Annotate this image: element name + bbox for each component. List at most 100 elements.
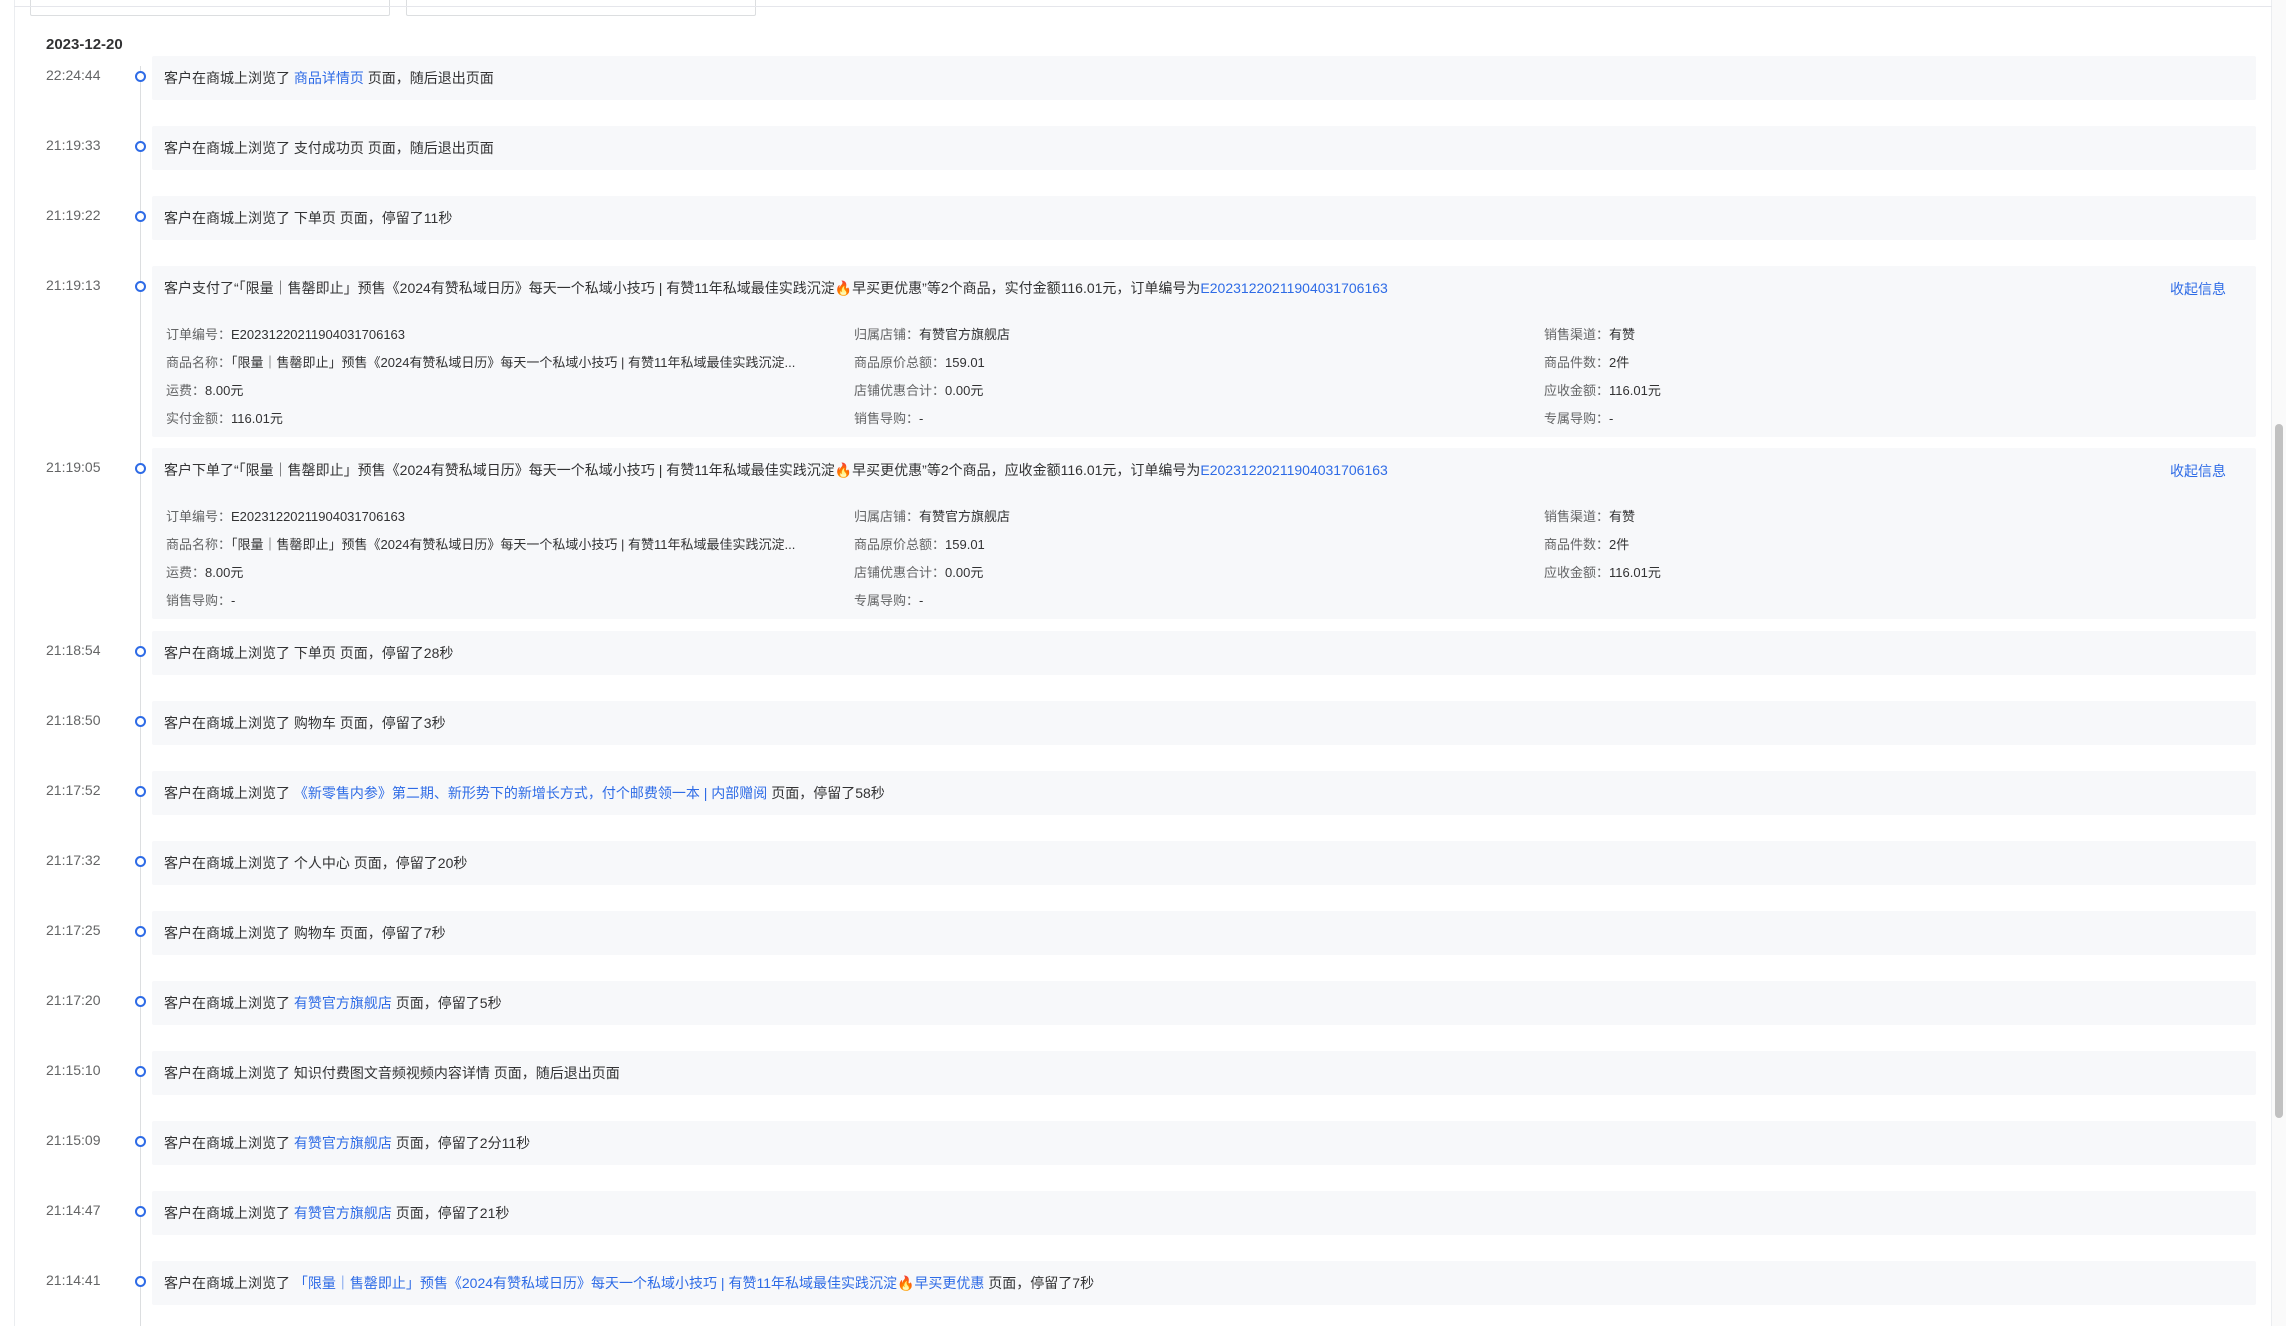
order-details: 订单编号：E20231220211904031706163 归属店铺：有赞官方旗舰…	[164, 503, 2234, 615]
event-time: 21:15:10	[46, 1062, 101, 1078]
event-time: 21:17:20	[46, 992, 101, 1008]
event-text-prefix: 客户在商城上浏览了	[164, 1065, 294, 1081]
event-text-prefix: 客户在商城上浏览了	[164, 925, 294, 941]
detail-field: 专属导购：-	[854, 587, 1544, 615]
scrollbar-track[interactable]	[2272, 0, 2286, 1326]
event-card: 客户在商城上浏览了 个人中心 页面，停留了20秒	[152, 841, 2256, 885]
detail-value: 116.01元	[1609, 565, 1661, 580]
detail-label: 订单编号：	[166, 509, 232, 524]
event-target-text: 个人中心	[293, 855, 350, 871]
event-summary: 客户在商城上浏览了 「限量｜售罄即止」预售《2024有赞私域日历》每天一个私域小…	[152, 1261, 2256, 1305]
detail-field: 销售导购：-	[164, 587, 854, 615]
detail-row: 实付金额：116.01元 销售导购：- 专属导购：-	[164, 405, 2234, 433]
detail-value: 159.01	[945, 537, 985, 552]
detail-value: -	[919, 411, 924, 426]
detail-field: 商品名称：「限量｜售罄即止」预售《2024有赞私域日历》每天一个私域小技巧 | …	[164, 531, 854, 559]
event-time: 21:17:25	[46, 922, 101, 938]
event-target-text: 支付成功页	[293, 140, 364, 156]
detail-label: 商品名称：	[166, 537, 232, 552]
event-target-link[interactable]: 有赞官方旗舰店	[294, 993, 392, 1013]
order-details: 订单编号：E20231220211904031706163 归属店铺：有赞官方旗舰…	[164, 321, 2234, 433]
detail-row: 运费：8.00元 店铺优惠合计：0.00元 应收金额：116.01元	[164, 377, 2234, 405]
event-time: 21:18:50	[46, 712, 101, 728]
event-summary: 客户在商城上浏览了 购物车 页面，停留了3秒	[152, 701, 2256, 745]
event-target-text: 下单页	[293, 210, 336, 226]
event-card: 客户在商城上浏览了 支付成功页 页面，随后退出页面	[152, 126, 2256, 170]
detail-field: 商品原价总额：159.01	[854, 531, 1544, 559]
event-text-suffix: 页面，随后退出页面	[489, 1065, 620, 1081]
event-text-suffix: 页面，随后退出页面	[363, 70, 494, 86]
event-target-text: 知识付费图文音频视频内容详情	[293, 1065, 490, 1081]
timeline-dot-icon	[135, 141, 146, 152]
event-text-suffix: 页面，停留了21秒	[391, 1205, 510, 1221]
detail-label: 实付金额：	[166, 411, 232, 426]
detail-label: 归属店铺：	[854, 327, 920, 342]
event-time: 21:15:09	[46, 1132, 101, 1148]
timeline-dot-icon	[135, 856, 146, 867]
event-text-prefix: 客户在商城上浏览了	[164, 1275, 294, 1291]
event-target-link[interactable]: E20231220211904031706163	[1200, 462, 1387, 478]
filter-input-start[interactable]	[30, 0, 390, 16]
event-summary: 客户在商城上浏览了 有赞官方旗舰店 页面，停留了5秒	[152, 981, 2256, 1025]
detail-value: 8.00元	[205, 383, 244, 398]
event-text-suffix: 页面，停留了58秒	[767, 785, 885, 801]
event-target-link[interactable]: 有赞官方旗舰店	[294, 1203, 392, 1223]
event-text-suffix: 页面，随后退出页面	[363, 140, 494, 156]
event-target-link[interactable]: 有赞官方旗舰店	[294, 1133, 392, 1153]
event-text-prefix: 客户在商城上浏览了	[164, 995, 294, 1011]
detail-label: 店铺优惠合计：	[854, 383, 946, 398]
detail-label: 运费：	[166, 383, 206, 398]
event-summary: 客户支付了“「限量｜售罄即止」预售《2024有赞私域日历》每天一个私域小技巧 |…	[152, 266, 2256, 310]
filter-input-end[interactable]	[406, 0, 756, 16]
detail-label: 销售导购：	[166, 593, 232, 608]
event-card: 客户在商城上浏览了 知识付费图文音频视频内容详情 页面，随后退出页面	[152, 1051, 2256, 1095]
detail-row: 销售导购：- 专属导购：-	[164, 587, 2234, 615]
event-time: 21:14:41	[46, 1272, 101, 1288]
detail-label: 专属导购：	[854, 593, 920, 608]
detail-label: 专属导购：	[1544, 411, 1610, 426]
event-text-suffix: 页面，停留了11秒	[335, 210, 453, 226]
detail-value: 有赞	[1609, 327, 1636, 342]
event-summary: 客户在商城上浏览了 支付成功页 页面，随后退出页面	[152, 126, 2256, 170]
timeline-dot-icon	[135, 1276, 146, 1287]
detail-row: 运费：8.00元 店铺优惠合计：0.00元 应收金额：116.01元	[164, 559, 2234, 587]
detail-value: 有赞官方旗舰店	[919, 327, 1011, 342]
event-card: 客户在商城上浏览了 购物车 页面，停留了3秒	[152, 701, 2256, 745]
detail-row: 订单编号：E20231220211904031706163 归属店铺：有赞官方旗舰…	[164, 503, 2234, 531]
event-target-link[interactable]: 「限量｜售罄即止」预售《2024有赞私域日历》每天一个私域小技巧 | 有赞11年…	[294, 1273, 985, 1293]
event-text-prefix: 客户在商城上浏览了	[164, 210, 294, 226]
detail-label: 应收金额：	[1544, 565, 1610, 580]
detail-label: 应收金额：	[1544, 383, 1610, 398]
event-target-link[interactable]: 《新零售内参》第二期、新形势下的新增长方式，付个邮费领一本 | 内部赠阅	[294, 783, 767, 803]
event-text-prefix: 客户在商城上浏览了	[164, 855, 294, 871]
event-text-suffix: 页面，停留了5秒	[391, 995, 502, 1011]
event-summary: 客户在商城上浏览了 个人中心 页面，停留了20秒	[152, 841, 2256, 885]
collapse-info-button[interactable]: 收起信息	[2170, 279, 2226, 299]
event-text-suffix: 页面，停留了28秒	[335, 645, 454, 661]
detail-label: 店铺优惠合计：	[854, 565, 946, 580]
detail-field: 销售渠道：有赞	[1544, 503, 2234, 531]
scrollbar-thumb[interactable]	[2275, 424, 2283, 1118]
event-card: 客户在商城上浏览了 「限量｜售罄即止」预售《2024有赞私域日历》每天一个私域小…	[152, 1261, 2256, 1305]
event-text-prefix: 客户在商城上浏览了	[164, 1135, 294, 1151]
event-summary: 客户在商城上浏览了 商品详情页 页面，随后退出页面	[152, 56, 2256, 100]
detail-field: 应收金额：116.01元	[1544, 377, 2234, 405]
detail-field: 应收金额：116.01元	[1544, 559, 2234, 587]
event-target-text: 购物车	[293, 715, 336, 731]
detail-value: -	[231, 593, 236, 608]
detail-label: 销售渠道：	[1544, 327, 1610, 342]
event-target-link[interactable]: 商品详情页	[294, 68, 364, 88]
event-summary: 客户在商城上浏览了 下单页 页面，停留了28秒	[152, 631, 2256, 675]
detail-field: 商品名称：「限量｜售罄即止」预售《2024有赞私域日历》每天一个私域小技巧 | …	[164, 349, 854, 377]
detail-value: 有赞	[1609, 509, 1636, 524]
detail-field: 归属店铺：有赞官方旗舰店	[854, 321, 1544, 349]
event-text-suffix: 页面，停留了3秒	[335, 715, 446, 731]
event-time: 21:19:05	[46, 459, 101, 475]
collapse-info-button[interactable]: 收起信息	[2170, 461, 2226, 481]
event-target-link[interactable]: E20231220211904031706163	[1200, 280, 1387, 296]
detail-field: 专属导购：-	[1544, 405, 2234, 433]
event-card: 客户支付了“「限量｜售罄即止」预售《2024有赞私域日历》每天一个私域小技巧 |…	[152, 266, 2256, 437]
timeline-dot-icon	[135, 211, 146, 222]
event-text-suffix: 页面，停留了7秒	[984, 1275, 1095, 1291]
timeline-dot-icon	[135, 996, 146, 1007]
